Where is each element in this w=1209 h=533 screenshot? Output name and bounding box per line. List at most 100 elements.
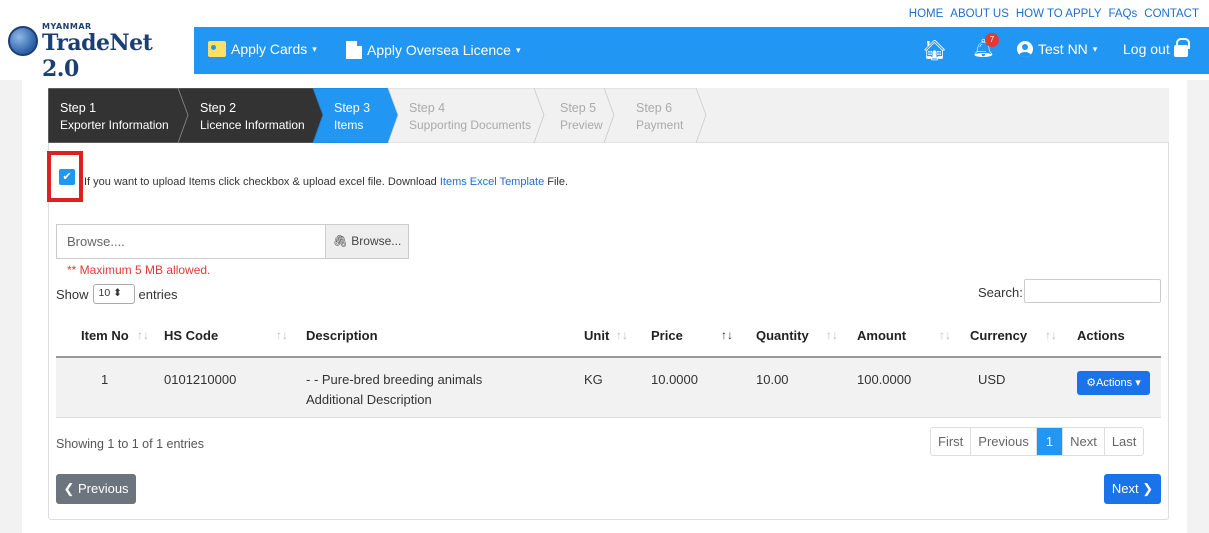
browse-label: Browse... xyxy=(351,234,402,248)
faqs-link[interactable]: FAQs xyxy=(1109,8,1138,20)
apply-oversea-menu[interactable]: Apply Oversea Licence ▾ xyxy=(346,41,521,59)
apply-cards-label: Apply Cards xyxy=(231,41,308,57)
contact-link[interactable]: CONTACT xyxy=(1144,8,1199,20)
previous-button[interactable]: ❮ Previous xyxy=(56,474,136,504)
checkbox-highlight: ✔ xyxy=(47,151,83,202)
step-6-number: Step 6 xyxy=(636,101,673,115)
cell-unit: KG xyxy=(584,372,603,387)
cell-currency: USD xyxy=(978,372,1006,387)
col-unit[interactable]: Unit xyxy=(584,328,609,343)
next-button[interactable]: Next ❯ xyxy=(1104,474,1161,504)
about-us-link[interactable]: ABOUT US xyxy=(950,8,1009,20)
file-icon xyxy=(346,41,362,59)
upload-text-pre: If you want to upload Items click checkb… xyxy=(84,176,440,188)
entries-label: entries xyxy=(138,286,178,302)
id-card-icon xyxy=(208,41,226,57)
sort-icon[interactable]: ↑↓ xyxy=(137,328,149,342)
tradenet-logo[interactable]: MYANMAR TradeNet 2.0 xyxy=(4,6,194,82)
sort-icon[interactable]: ↑↓ xyxy=(939,328,951,342)
col-description[interactable]: Description xyxy=(306,328,378,343)
sort-icon[interactable]: ↑↓ xyxy=(616,328,628,342)
col-price[interactable]: Price xyxy=(651,328,683,343)
how-to-apply-link[interactable]: HOW TO APPLY xyxy=(1016,8,1102,20)
step-3[interactable]: Step 3 Items xyxy=(334,88,370,143)
step-2[interactable]: Step 2 Licence Information xyxy=(200,88,305,143)
step-4-label: Supporting Documents xyxy=(409,118,532,132)
col-hs-code[interactable]: HS Code xyxy=(164,328,218,343)
next-label: Next xyxy=(1111,481,1139,496)
page-current[interactable]: 1 xyxy=(1036,428,1064,455)
sort-asc-icon[interactable]: ↑↓ xyxy=(721,328,733,342)
page-first[interactable]: First xyxy=(931,428,972,455)
col-currency[interactable]: Currency xyxy=(970,328,1027,343)
caret-down-icon: ▾ xyxy=(515,44,521,55)
cell-price: 10.0000 xyxy=(651,372,698,387)
caret-down-icon: ▾ xyxy=(1092,43,1098,54)
search-label: Search: xyxy=(978,285,1023,300)
step-5[interactable]: Step 5 Preview xyxy=(560,88,603,143)
page-previous[interactable]: Previous xyxy=(971,428,1037,455)
step-3-number: Step 3 xyxy=(334,101,371,115)
caret-down-icon: ▾ xyxy=(1135,377,1141,389)
sort-icon[interactable]: ↑↓ xyxy=(276,328,288,342)
user-icon xyxy=(1017,41,1033,57)
sort-icon[interactable]: ↑↓ xyxy=(1045,328,1057,342)
gear-icon: ⚙︎ xyxy=(1086,377,1097,389)
notification-badge: 7 xyxy=(985,33,999,47)
sort-icon[interactable]: ↑↓ xyxy=(826,328,838,342)
step-4[interactable]: Step 4 Supporting Documents xyxy=(409,88,531,143)
step-6-label: Payment xyxy=(636,118,684,132)
sort-updown-icon: ⬍ xyxy=(113,287,122,299)
pagination: First Previous 1 Next Last xyxy=(930,427,1145,456)
apply-cards-menu[interactable]: Apply Cards ▾ xyxy=(208,41,317,57)
col-quantity[interactable]: Quantity xyxy=(756,328,809,343)
home-icon[interactable]: 🏠︎ xyxy=(922,38,947,63)
upload-items-checkbox[interactable]: ✔ xyxy=(59,169,75,185)
step-6[interactable]: Step 6 Payment xyxy=(636,88,683,143)
row-actions-button[interactable]: ⚙︎Actions ▾ xyxy=(1077,371,1150,395)
entries-select[interactable]: 10 ⬍ xyxy=(92,284,135,304)
top-links: HOME ABOUT US HOW TO APPLY FAQs CONTACT xyxy=(909,8,1199,20)
search-input[interactable] xyxy=(1024,279,1161,303)
step-1-label: Exporter Information xyxy=(60,118,169,132)
page-next[interactable]: Next xyxy=(1063,428,1105,455)
entries-value: 10 xyxy=(98,287,111,299)
cell-item-no: 1 xyxy=(101,372,109,387)
max-size-note: ** Maximum 5 MB allowed. xyxy=(67,263,211,277)
table-row xyxy=(56,358,1161,418)
items-excel-template-link[interactable]: Items Excel Template xyxy=(440,176,544,188)
step-1[interactable]: Step 1 Exporter Information xyxy=(60,88,169,143)
paperclip-icon: 🖇︎ xyxy=(332,234,348,248)
caret-down-icon: ▾ xyxy=(312,43,317,54)
user-menu[interactable]: Test NN ▾ xyxy=(1017,41,1097,57)
page-last[interactable]: Last xyxy=(1104,428,1144,455)
showing-info: Showing 1 to 1 of 1 entries xyxy=(56,437,205,451)
actions-label: Actions xyxy=(1096,377,1133,389)
chevron-right-icon: ❯ xyxy=(1142,481,1154,496)
entries-control: Show 10 ⬍ entries xyxy=(56,284,178,304)
file-path-input[interactable]: Browse.... xyxy=(56,224,325,259)
apply-oversea-label: Apply Oversea Licence xyxy=(367,42,511,58)
show-label: Show xyxy=(56,286,89,302)
col-amount[interactable]: Amount xyxy=(857,328,906,343)
col-item-no[interactable]: Item No xyxy=(81,328,129,343)
upload-text-post: File. xyxy=(544,176,569,188)
main-navbar: Apply Cards ▾ Apply Oversea Licence ▾ 🏠︎… xyxy=(194,27,1209,74)
logout-label: Log out xyxy=(1123,41,1170,57)
logout-button[interactable]: Log out xyxy=(1123,38,1190,57)
upload-instructions: If you want to upload Items click checkb… xyxy=(84,176,568,188)
col-actions: Actions xyxy=(1077,328,1125,343)
step-2-label: Licence Information xyxy=(200,118,305,132)
cell-description: - - Pure-bred breeding animals xyxy=(306,372,483,387)
user-name: Test NN xyxy=(1038,41,1088,57)
browse-button[interactable]: 🖇︎ Browse... xyxy=(325,224,409,259)
step-wizard: Step 1 Exporter Information Step 2 Licen… xyxy=(48,88,1169,143)
cell-amount: 100.0000 xyxy=(857,372,912,387)
home-link[interactable]: HOME xyxy=(909,8,944,20)
step-2-number: Step 2 xyxy=(200,101,237,115)
step-5-number: Step 5 xyxy=(560,101,597,115)
step-3-label: Items xyxy=(334,118,364,132)
lock-icon xyxy=(1173,38,1190,57)
cell-quantity: 10.00 xyxy=(756,372,789,387)
step-5-label: Preview xyxy=(560,118,603,132)
